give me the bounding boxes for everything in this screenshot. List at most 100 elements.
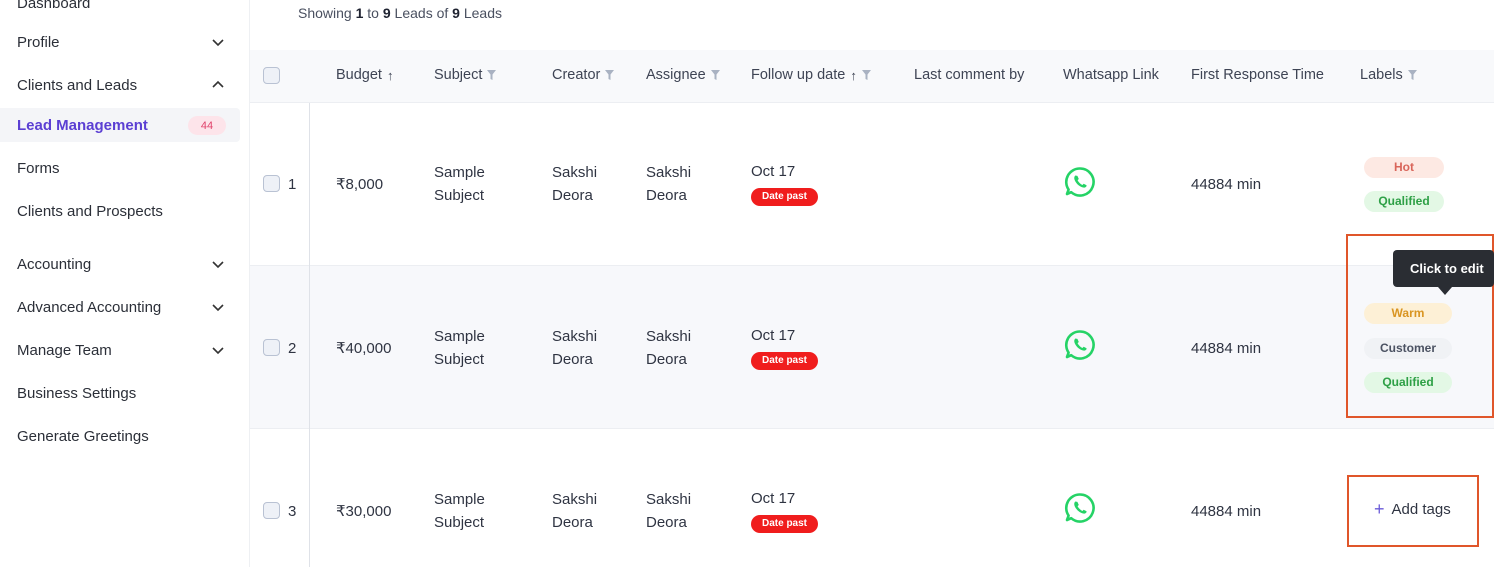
subject-line: Sample bbox=[434, 164, 485, 181]
chevron-up-icon bbox=[212, 80, 224, 88]
subject-cell: Sample Subject bbox=[434, 488, 485, 534]
column-header-labels[interactable]: Labels bbox=[1360, 67, 1417, 83]
column-label: Subject bbox=[434, 67, 483, 83]
column-label: Whatsapp Link bbox=[1063, 67, 1159, 83]
whatsapp-icon[interactable] bbox=[1064, 166, 1096, 198]
tooltip-arrow bbox=[1438, 287, 1452, 295]
chevron-down-icon bbox=[212, 39, 224, 47]
summary-middle: to bbox=[363, 5, 383, 21]
column-label: First Response Time bbox=[1191, 67, 1324, 83]
creator-cell: Sakshi Deora bbox=[552, 488, 597, 534]
column-label: Labels bbox=[1360, 67, 1403, 83]
sidebar-item-label: Clients and Prospects bbox=[17, 202, 163, 220]
filter-icon[interactable] bbox=[487, 70, 497, 80]
column-label: Assignee bbox=[646, 67, 706, 83]
add-tags-highlight-box bbox=[1347, 475, 1479, 547]
subject-line: Sample bbox=[434, 491, 485, 508]
whatsapp-icon[interactable] bbox=[1064, 329, 1096, 361]
row-checkbox[interactable] bbox=[263, 502, 280, 519]
row-index: 3 bbox=[288, 503, 297, 520]
column-divider bbox=[309, 103, 310, 567]
subject-line: Sample bbox=[434, 328, 485, 345]
sidebar-item-label: Advanced Accounting bbox=[17, 298, 162, 316]
column-header-follow-up-date[interactable]: Follow up date ↑ bbox=[751, 67, 871, 83]
date-past-badge: Date past bbox=[751, 352, 819, 370]
sidebar: Dashboard Profile Clients and Leads Lead… bbox=[0, 0, 250, 567]
first-response-cell: 44884 min bbox=[1191, 503, 1262, 520]
sidebar-item-generate-greetings[interactable]: Generate Greetings bbox=[0, 419, 240, 453]
summary-middle: Leads of bbox=[390, 5, 453, 21]
sidebar-item-label: Profile bbox=[17, 33, 60, 51]
sidebar-item-label: Business Settings bbox=[17, 384, 137, 402]
column-label: Creator bbox=[552, 67, 601, 83]
assignee-line: Deora bbox=[646, 351, 687, 368]
row-checkbox[interactable] bbox=[263, 175, 280, 192]
sidebar-item-accounting[interactable]: Accounting bbox=[0, 247, 240, 281]
label-tag-hot[interactable]: Hot bbox=[1364, 157, 1444, 178]
column-label: Follow up date bbox=[751, 67, 846, 83]
sidebar-item-label: Clients and Leads bbox=[17, 76, 138, 94]
select-all-checkbox[interactable] bbox=[263, 67, 280, 84]
assignee-line: Deora bbox=[646, 514, 687, 531]
assignee-cell: Sakshi Deora bbox=[646, 161, 691, 207]
assignee-cell: Sakshi Deora bbox=[646, 325, 691, 371]
subject-line: Subject bbox=[434, 351, 485, 368]
sidebar-item-manage-team[interactable]: Manage Team bbox=[0, 333, 240, 367]
assignee-line: Sakshi bbox=[646, 328, 692, 345]
filter-icon[interactable] bbox=[710, 70, 720, 80]
assignee-line: Sakshi bbox=[646, 491, 692, 508]
assignee-cell: Sakshi Deora bbox=[646, 488, 691, 534]
sidebar-item-label: Manage Team bbox=[17, 341, 112, 359]
sidebar-item-label: Forms bbox=[17, 159, 60, 177]
sidebar-item-dashboard[interactable]: Dashboard bbox=[0, 0, 240, 20]
sidebar-item-clients-and-leads[interactable]: Clients and Leads bbox=[0, 68, 240, 102]
follow-up-date: Oct 17 bbox=[751, 490, 796, 507]
creator-line: Deora bbox=[552, 187, 593, 204]
column-header-whatsapp-link[interactable]: Whatsapp Link bbox=[1063, 67, 1159, 83]
summary-to: 9 bbox=[382, 5, 391, 21]
sidebar-item-forms[interactable]: Forms bbox=[0, 151, 240, 185]
column-header-last-comment-by[interactable]: Last comment by bbox=[914, 67, 1024, 83]
budget-cell: ₹30,000 bbox=[336, 503, 392, 520]
follow-up-cell: Oct 17 Date past bbox=[751, 160, 819, 206]
summary-total: 9 bbox=[452, 5, 460, 21]
creator-line: Sakshi bbox=[552, 491, 598, 508]
sidebar-item-advanced-accounting[interactable]: Advanced Accounting bbox=[0, 290, 240, 324]
sort-up-icon[interactable]: ↑ bbox=[850, 68, 857, 83]
results-summary: Showing 1 to 9 Leads of 9 Leads bbox=[298, 5, 502, 21]
label-tag-qualified[interactable]: Qualified bbox=[1364, 191, 1444, 212]
subject-cell: Sample Subject bbox=[434, 161, 485, 207]
sidebar-item-business-settings[interactable]: Business Settings bbox=[0, 376, 240, 410]
sidebar-item-label: Lead Management bbox=[17, 116, 148, 134]
sidebar-item-label: Accounting bbox=[17, 255, 92, 273]
column-label: Budget bbox=[336, 67, 382, 83]
assignee-line: Deora bbox=[646, 187, 687, 204]
chevron-down-icon bbox=[212, 347, 224, 355]
column-label: Last comment by bbox=[914, 67, 1025, 83]
subject-line: Subject bbox=[434, 187, 485, 204]
sidebar-item-lead-management[interactable]: Lead Management 44 bbox=[0, 108, 240, 142]
column-header-subject[interactable]: Subject bbox=[434, 67, 497, 83]
filter-icon[interactable] bbox=[605, 70, 615, 80]
follow-up-cell: Oct 17 Date past bbox=[751, 487, 819, 533]
creator-cell: Sakshi Deora bbox=[552, 161, 597, 207]
subject-cell: Sample Subject bbox=[434, 325, 485, 371]
column-header-assignee[interactable]: Assignee bbox=[646, 67, 720, 83]
creator-cell: Sakshi Deora bbox=[552, 325, 597, 371]
follow-up-cell: Oct 17 Date past bbox=[751, 324, 819, 370]
column-header-first-response-time[interactable]: First Response Time bbox=[1191, 67, 1324, 83]
sidebar-item-clients-and-prospects[interactable]: Clients and Prospects bbox=[0, 194, 240, 228]
whatsapp-icon[interactable] bbox=[1064, 492, 1096, 524]
sort-up-icon[interactable]: ↑ bbox=[387, 68, 394, 83]
filter-icon[interactable] bbox=[1407, 70, 1417, 80]
filter-icon[interactable] bbox=[861, 70, 871, 80]
click-to-edit-tooltip: Click to edit bbox=[1393, 250, 1494, 287]
column-header-creator[interactable]: Creator bbox=[552, 67, 615, 83]
date-past-badge: Date past bbox=[751, 188, 819, 206]
budget-cell: ₹8,000 bbox=[336, 176, 384, 193]
sidebar-item-profile[interactable]: Profile bbox=[0, 25, 240, 59]
sidebar-item-label: Generate Greetings bbox=[17, 427, 149, 445]
row-checkbox[interactable] bbox=[263, 339, 280, 356]
creator-line: Deora bbox=[552, 351, 593, 368]
column-header-budget[interactable]: Budget ↑ bbox=[336, 67, 393, 83]
